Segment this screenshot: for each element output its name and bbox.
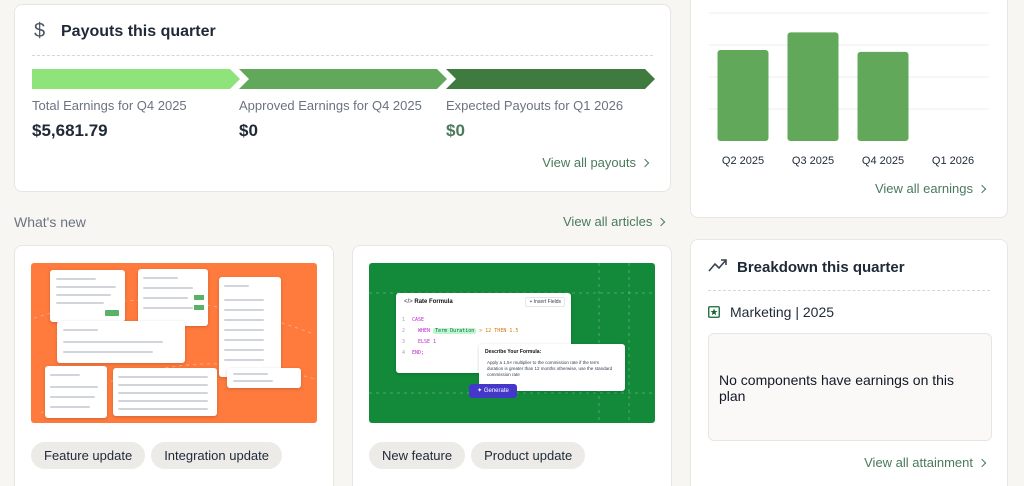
divider bbox=[32, 55, 653, 56]
sparkle-icon: ✦ bbox=[477, 388, 483, 394]
generate-button: ✦ Generate bbox=[469, 384, 517, 398]
stat-value: $0 bbox=[239, 121, 258, 140]
chevron-right-icon bbox=[657, 217, 666, 226]
x-tick-label: Q4 2025 bbox=[862, 155, 904, 167]
code-token: > 12 THEN 1.5 bbox=[479, 328, 519, 334]
view-all-attainment-link[interactable]: View all attainment bbox=[864, 455, 987, 470]
empty-state: No components have earnings on this plan bbox=[708, 333, 992, 441]
tag-pill: New feature bbox=[369, 442, 466, 469]
mini-panel bbox=[138, 269, 208, 326]
stat-label: Approved Earnings for Q4 2025 bbox=[239, 98, 422, 113]
tag-pill: Product update bbox=[471, 442, 586, 469]
stat-total-earnings: Total Earnings for Q4 2025 $5,681.79 bbox=[32, 98, 187, 141]
divider bbox=[708, 290, 990, 291]
chevron-right-icon bbox=[977, 184, 987, 193]
link-label: View all earnings bbox=[874, 181, 973, 196]
code-token: END; bbox=[412, 350, 425, 356]
bar-q3-2025[interactable] bbox=[787, 32, 839, 141]
mini-panel bbox=[219, 277, 281, 377]
stat-value: $0 bbox=[446, 121, 465, 140]
payouts-card: $ Payouts this quarter Total Earnings fo… bbox=[14, 4, 671, 192]
bar-q2-2025[interactable] bbox=[717, 50, 769, 141]
whats-new-heading: What's new bbox=[14, 214, 86, 230]
mini-panel bbox=[113, 368, 217, 416]
article-card[interactable]: </> Rate Formula + Insert Fields 1 CASE … bbox=[352, 245, 672, 486]
earnings-chart-card: Q2 2025 Q3 2025 Q4 2025 Q1 2026 View all ea… bbox=[690, 0, 1008, 218]
bar-q4-2025[interactable] bbox=[857, 51, 909, 141]
stat-label: Expected Payouts for Q1 2026 bbox=[446, 98, 624, 113]
tag-pill: Integration update bbox=[151, 442, 282, 469]
x-tick-label: Q2 2025 bbox=[722, 155, 764, 167]
generate-label: Generate bbox=[483, 388, 509, 394]
code-token: WHEN bbox=[418, 328, 431, 334]
stage-expected bbox=[446, 69, 655, 89]
x-tick-label: Q1 2026 bbox=[932, 155, 974, 167]
stat-expected-payouts: Expected Payouts for Q1 2026 $0 bbox=[446, 98, 623, 141]
stage-approved bbox=[239, 69, 447, 89]
link-label: View all attainment bbox=[864, 455, 973, 470]
payouts-title: Payouts this quarter bbox=[61, 23, 216, 40]
dollar-icon: $ bbox=[34, 20, 46, 42]
stat-value: $5,681.79 bbox=[32, 121, 108, 140]
article-tags: Feature update Integration update bbox=[31, 442, 288, 469]
breakdown-title: Breakdown this quarter bbox=[737, 259, 905, 276]
insert-fields-button: + Insert Fields bbox=[525, 297, 565, 307]
star-square-icon bbox=[708, 306, 720, 318]
trend-up-icon bbox=[708, 259, 727, 272]
view-all-earnings-link[interactable]: View all earnings bbox=[874, 181, 987, 196]
view-all-payouts-link[interactable]: View all payouts bbox=[542, 155, 650, 170]
x-tick-label: Q3 2025 bbox=[792, 155, 834, 167]
stat-approved-earnings: Approved Earnings for Q4 2025 $0 bbox=[239, 98, 422, 141]
mini-panel bbox=[50, 270, 125, 322]
view-all-articles-link[interactable]: View all articles bbox=[563, 214, 666, 229]
stage-total bbox=[32, 69, 240, 89]
describe-title: Describe Your Formula: bbox=[485, 349, 542, 355]
link-label: View all articles bbox=[563, 214, 653, 229]
mini-panel bbox=[57, 321, 185, 363]
plan-name: Marketing | 2025 bbox=[730, 304, 835, 320]
article-thumbnail bbox=[31, 263, 317, 423]
earnings-bar-chart: Q2 2025 Q3 2025 Q4 2025 Q1 2026 bbox=[709, 12, 989, 167]
code-token: ELSE 1 bbox=[418, 339, 437, 345]
stat-label: Total Earnings for Q4 2025 bbox=[32, 98, 187, 113]
code-field-chip: Term Duration bbox=[433, 328, 477, 334]
article-thumbnail: </> Rate Formula + Insert Fields 1 CASE … bbox=[369, 263, 655, 423]
plan-row: Marketing | 2025 bbox=[708, 304, 834, 320]
tag-pill: Feature update bbox=[31, 442, 146, 469]
breakdown-card: Breakdown this quarter Marketing | 2025 … bbox=[690, 239, 1008, 486]
chevron-right-icon bbox=[977, 458, 987, 467]
payout-stages-bar bbox=[32, 69, 655, 89]
article-card[interactable]: Feature update Integration update bbox=[14, 245, 334, 486]
article-tags: New feature Product update bbox=[369, 442, 591, 469]
mini-panel bbox=[227, 368, 301, 388]
describe-text: Apply a 1.5× multiplier to the commissio… bbox=[487, 360, 613, 377]
code-token: CASE bbox=[412, 317, 425, 323]
chevron-right-icon bbox=[640, 158, 650, 167]
panel-title-text: Rate Formula bbox=[414, 299, 453, 305]
link-label: View all payouts bbox=[542, 155, 636, 170]
panel-title: </> Rate Formula bbox=[404, 299, 453, 305]
mini-panel bbox=[45, 366, 107, 418]
